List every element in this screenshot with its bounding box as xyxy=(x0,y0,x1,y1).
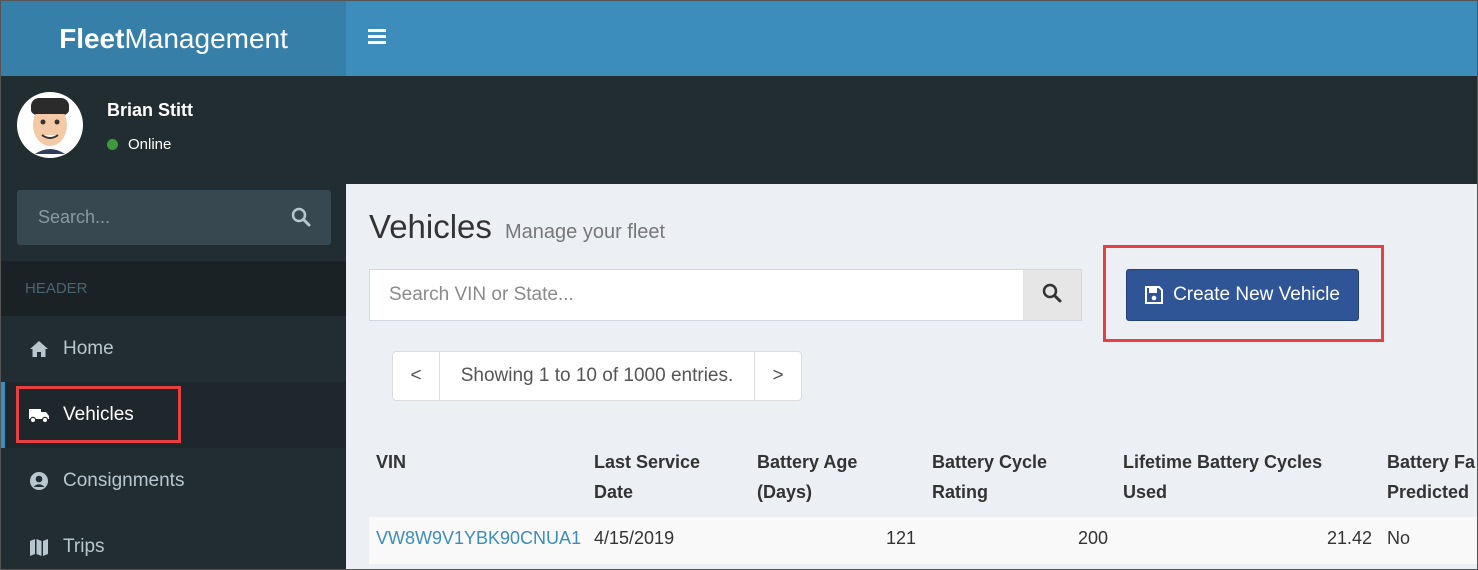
header-band xyxy=(346,76,1477,184)
search-icon[interactable] xyxy=(291,207,311,232)
sidebar-header: HEADER xyxy=(1,261,346,316)
search-icon xyxy=(1042,283,1062,308)
brand-bold: Fleet xyxy=(59,22,125,54)
next-page-button[interactable]: > xyxy=(754,351,802,401)
pagination: < Showing 1 to 10 of 1000 entries. > xyxy=(392,351,802,401)
map-icon xyxy=(28,536,50,558)
table-cell: 200 xyxy=(1077,528,1108,548)
highlight-create-button xyxy=(1103,245,1384,342)
user-name: Brian Stitt xyxy=(107,100,194,120)
table-row: VW8W9V1YBK90CNUA1 4/15/2019 121 200 21.4… xyxy=(369,517,1477,564)
column-header-lifetime-battery-cycles[interactable]: Lifetime Battery Cycles Used xyxy=(1123,447,1322,507)
table-cell: No xyxy=(1387,528,1411,548)
column-header-line: Lifetime Battery Cycles xyxy=(1123,452,1323,472)
table-cell: 121 xyxy=(885,528,916,548)
column-header-line: Battery Age xyxy=(757,452,858,472)
vehicle-search-button[interactable] xyxy=(1023,270,1081,320)
home-icon xyxy=(28,338,50,360)
table-cell: 4/15/2019 xyxy=(594,528,675,548)
column-header-line: Used xyxy=(1123,482,1168,502)
sidebar-item-label: Trips xyxy=(63,536,105,557)
column-header-battery-failure-predicted[interactable]: Battery Fa Predicted xyxy=(1387,447,1475,507)
app-logo[interactable]: Fleet Management xyxy=(1,1,346,76)
column-header-battery-age[interactable]: Battery Age (Days) xyxy=(757,447,857,507)
column-header-battery-cycle-rating[interactable]: Battery Cycle Rating xyxy=(932,447,1047,507)
column-header-line: (Days) xyxy=(757,482,813,502)
sidebar-item-label: Consignments xyxy=(63,470,185,491)
avatar xyxy=(17,92,83,158)
table-cell: 21.42 xyxy=(1326,528,1372,548)
sidebar-item-home[interactable]: Home xyxy=(1,316,346,382)
vehicle-search-input[interactable] xyxy=(370,270,1020,320)
prev-page-button[interactable]: < xyxy=(392,351,440,401)
top-navbar xyxy=(346,1,1477,76)
brand-regular: Management xyxy=(124,22,288,54)
vehicle-search xyxy=(369,269,1082,321)
column-header-vin[interactable]: VIN xyxy=(376,447,406,477)
column-header-line: Battery Fa xyxy=(1387,452,1476,472)
column-header-line: VIN xyxy=(376,452,407,472)
pagination-info: Showing 1 to 10 of 1000 entries. xyxy=(440,351,754,401)
column-header-line: Predicted xyxy=(1387,482,1470,502)
user-status: Online xyxy=(107,136,171,153)
sidebar-item-label: Home xyxy=(63,338,114,359)
highlight-vehicles-nav xyxy=(16,386,181,443)
column-header-line: Last Service xyxy=(594,452,701,472)
sidebar-item-consignments[interactable]: Consignments xyxy=(1,448,346,514)
vin-link[interactable]: VW8W9V1YBK90CNUA1 xyxy=(376,528,581,549)
column-header-last-service-date[interactable]: Last Service Date xyxy=(594,447,700,507)
page-title: Vehicles xyxy=(369,208,492,245)
page-subtitle: Manage your fleet xyxy=(505,221,666,243)
column-header-line: Battery Cycle xyxy=(932,452,1048,472)
sidebar-search-input[interactable] xyxy=(17,190,277,245)
user-status-label: Online xyxy=(128,136,172,153)
user-circle-icon xyxy=(28,470,50,492)
sidebar-search xyxy=(17,190,331,245)
sidebar: Brian Stitt Online HEADER Home Vehicles xyxy=(1,76,346,569)
online-dot-icon xyxy=(107,139,118,150)
column-header-line: Date xyxy=(594,482,634,502)
column-header-line: Rating xyxy=(932,482,988,502)
sidebar-item-trips[interactable]: Trips xyxy=(1,514,346,569)
app-frame: Fleet Management Brian Stitt Online Sear… xyxy=(0,0,1478,570)
menu-toggle-icon[interactable] xyxy=(368,29,386,45)
